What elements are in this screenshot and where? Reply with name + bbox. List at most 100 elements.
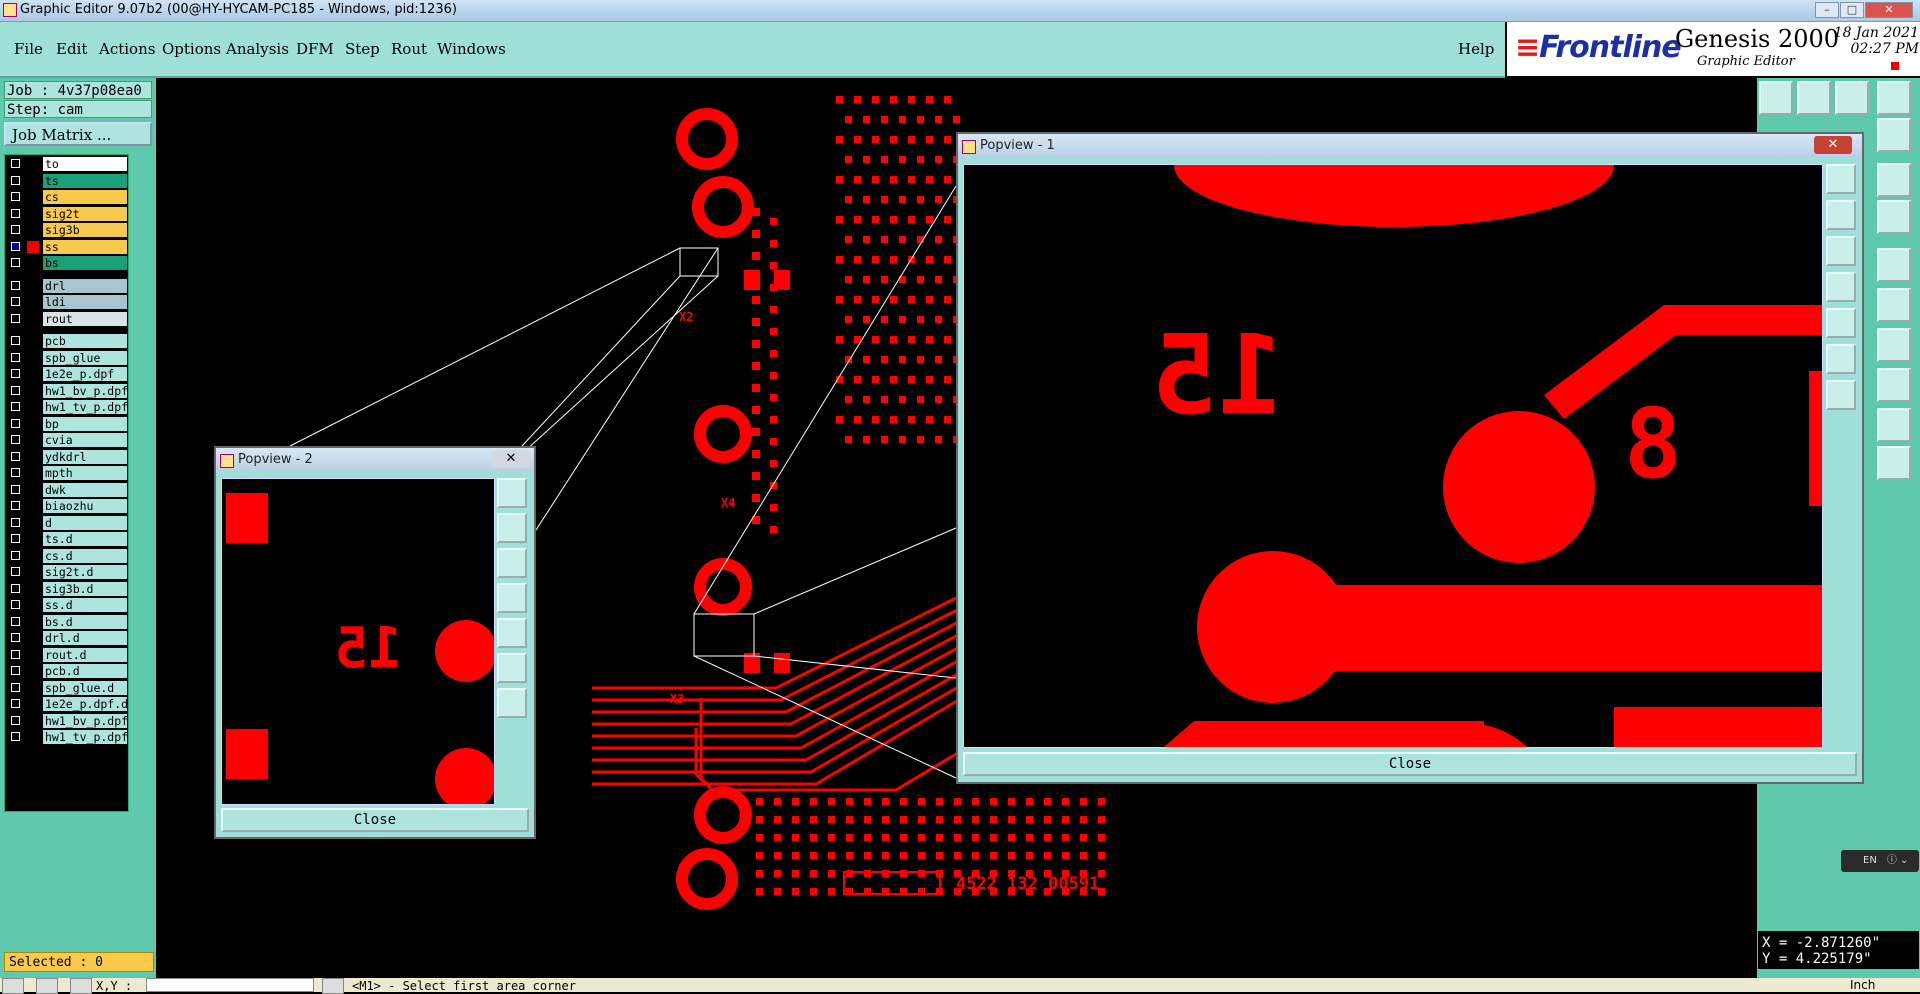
layer-row[interactable]: to: [5, 157, 127, 172]
layer-checkbox[interactable]: [11, 517, 20, 527]
layer-row[interactable]: ss.d: [5, 598, 127, 613]
popview-tool-center-icon[interactable]: [1826, 380, 1856, 410]
pause-icon[interactable]: [1891, 62, 1899, 70]
layer-row[interactable]: 1e2e_p.dpf: [5, 367, 127, 382]
layer-name[interactable]: 1e2e_p.dpf: [43, 367, 127, 381]
layer-checkbox[interactable]: [11, 241, 20, 251]
units-label[interactable]: Inch: [1850, 978, 1875, 992]
layer-name[interactable]: 1e2e_p.dpf.d: [43, 697, 127, 711]
layer-row[interactable]: cs: [5, 190, 127, 205]
layer-row[interactable]: sig3b.d: [5, 581, 127, 597]
layer-name[interactable]: hw1_bv_p.dpf: [43, 713, 127, 728]
layer-name[interactable]: mpth: [43, 466, 127, 480]
tool-zoom-home-icon[interactable]: [1759, 81, 1793, 115]
layer-name[interactable]: hw1_bv_p.dpf: [43, 383, 127, 398]
layer-checkbox[interactable]: [11, 451, 20, 461]
popview-tool-right-icon[interactable]: [497, 618, 527, 648]
layer-name[interactable]: bp: [43, 416, 127, 431]
layer-checkbox[interactable]: [11, 583, 20, 593]
language-indicator[interactable]: EN ⓘ ⌄: [1841, 850, 1919, 872]
menu-step[interactable]: Step: [345, 40, 380, 58]
layer-name[interactable]: bs.d: [43, 614, 127, 629]
layer-row[interactable]: rout.d: [5, 647, 127, 663]
layer-name[interactable]: rout.d: [43, 647, 127, 662]
layer-checkbox[interactable]: [11, 699, 20, 708]
layer-row[interactable]: ss: [5, 239, 127, 255]
popview-tool-zoom-icon[interactable]: [497, 478, 527, 508]
popview-1-canvas[interactable]: 15 8: [963, 164, 1823, 748]
layer-name[interactable]: spb_glue: [43, 350, 127, 365]
zoom-area-box-1[interactable]: [679, 247, 719, 277]
popview-tool-fit-icon[interactable]: [497, 653, 527, 683]
layer-name[interactable]: d: [43, 515, 127, 530]
layer-name[interactable]: spb_glue.d: [43, 680, 127, 695]
layer-row[interactable]: hw1_tv_p.dpf: [5, 730, 127, 745]
popview-tool-down-icon[interactable]: [497, 548, 527, 578]
layer-name[interactable]: cvia: [43, 433, 127, 447]
layer-row[interactable]: sig2t: [5, 206, 127, 222]
popview-tool-down-icon[interactable]: [1826, 236, 1856, 266]
popview-1-close-button[interactable]: Close: [963, 752, 1857, 776]
popview-1-close-icon[interactable]: ✕: [1814, 136, 1852, 154]
layer-name[interactable]: drl.d: [43, 631, 127, 645]
menu-actions[interactable]: Actions: [99, 40, 155, 58]
layer-row[interactable]: cs.d: [5, 548, 127, 564]
menu-rout[interactable]: Rout: [391, 40, 427, 58]
layer-checkbox[interactable]: [11, 225, 20, 234]
layer-row[interactable]: ts.d: [5, 532, 127, 547]
layer-row[interactable]: cvia: [5, 433, 127, 448]
layer-checkbox[interactable]: [11, 715, 20, 725]
layer-row[interactable]: spb_glue.d: [5, 680, 127, 696]
layer-name[interactable]: ydkdrl: [43, 449, 127, 464]
layer-name[interactable]: ldi: [43, 295, 127, 309]
job-matrix-button[interactable]: Job Matrix ...: [4, 122, 152, 146]
tool-triangle-icon[interactable]: [1877, 408, 1911, 442]
menu-file[interactable]: File: [14, 40, 43, 58]
layer-row[interactable]: hw1_tv_p.dpf: [5, 400, 127, 415]
popview-tool-fit-icon[interactable]: [1826, 344, 1856, 374]
layer-checkbox[interactable]: [11, 336, 20, 345]
layer-checkbox[interactable]: [11, 175, 20, 185]
layer-row[interactable]: pcb.d: [5, 664, 127, 679]
layer-row[interactable]: sig2t.d: [5, 565, 127, 580]
tool-home-icon[interactable]: [1835, 81, 1869, 115]
layer-checkbox[interactable]: [11, 385, 20, 395]
layer-name[interactable]: cs: [43, 190, 127, 204]
popview-2-close-button[interactable]: Close: [221, 808, 529, 832]
popview-tool-center-icon[interactable]: [497, 688, 527, 718]
layer-name[interactable]: dwk: [43, 482, 127, 497]
zoom-area-box-2[interactable]: [693, 613, 755, 657]
layer-row[interactable]: d: [5, 515, 127, 531]
tool-shapes-icon[interactable]: [1877, 368, 1911, 402]
tool-zoom-in-icon[interactable]: [1797, 81, 1831, 115]
layer-name[interactable]: hw1_tv_p.dpf: [43, 730, 127, 744]
layer-checkbox[interactable]: [11, 649, 20, 659]
layer-checkbox[interactable]: [11, 159, 20, 168]
menu-dfm[interactable]: DFM: [296, 40, 334, 58]
layer-row[interactable]: rout: [5, 311, 127, 327]
layer-checkbox[interactable]: [11, 352, 20, 362]
layer-name[interactable]: sig3b: [43, 223, 127, 237]
menu-edit[interactable]: Edit: [56, 40, 87, 58]
layer-name[interactable]: biaozhu: [43, 499, 127, 513]
popview-tool-right-icon[interactable]: [1826, 308, 1856, 338]
layer-row[interactable]: spb_glue: [5, 350, 127, 366]
layer-checkbox[interactable]: [11, 418, 20, 428]
layer-checkbox[interactable]: [11, 297, 20, 306]
menu-windows[interactable]: Windows: [437, 40, 506, 58]
layer-row[interactable]: bs: [5, 256, 127, 271]
layer-checkbox[interactable]: [11, 666, 20, 675]
tool-pad-icon[interactable]: [1877, 248, 1911, 282]
layer-name[interactable]: ts: [43, 173, 127, 188]
layer-name[interactable]: ss: [43, 239, 127, 254]
layer-checkbox[interactable]: [11, 484, 20, 494]
layer-checkbox[interactable]: [11, 369, 20, 378]
layer-name[interactable]: ts.d: [43, 532, 127, 546]
popview-2-close-icon[interactable]: ✕: [492, 450, 530, 468]
layer-name[interactable]: rout: [43, 311, 127, 326]
layer-name[interactable]: sig3b.d: [43, 581, 127, 596]
layer-checkbox[interactable]: [11, 501, 20, 510]
layer-checkbox[interactable]: [11, 402, 20, 411]
menu-analysis[interactable]: Analysis: [226, 40, 289, 58]
layer-checkbox[interactable]: [11, 208, 20, 218]
